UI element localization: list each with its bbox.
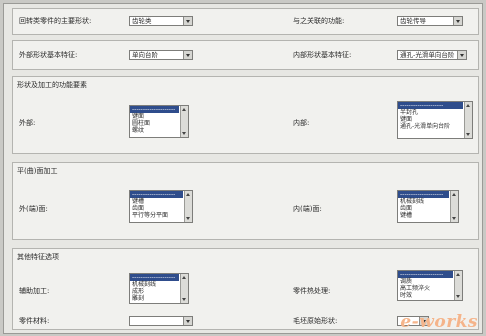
inner-feature-select[interactable]: 通孔-光滑单向台阶 bbox=[397, 50, 467, 60]
list-item[interactable]: 时效 bbox=[398, 292, 453, 299]
section-main-shape: 回转类零件的主要形状: 齿轮类 与之关联的功能: 齿轮传导 bbox=[12, 8, 479, 35]
outer-feature-select[interactable]: 单向台阶 bbox=[129, 50, 193, 60]
shape-inner-label: 内部: bbox=[293, 119, 310, 127]
heat-label: 零件热处理: bbox=[293, 287, 331, 295]
surface-inner-label: 内(端)面: bbox=[293, 205, 322, 213]
aux-listbox[interactable]: -------------------- 机械刻线 成形 雕刻 bbox=[129, 273, 189, 304]
outer-feature-value: 单向台阶 bbox=[132, 51, 158, 59]
section-basic-features: 外部形状基本特征: 单向台阶 内部形状基本特征: 通孔-光滑单向台阶 bbox=[12, 40, 479, 70]
listbox-scrollbar[interactable] bbox=[464, 102, 472, 138]
shape-inner-listbox[interactable]: -------------------- 半封孔 键面 通孔-光滑单向台阶 bbox=[397, 101, 473, 139]
list-item[interactable]: 键面 bbox=[130, 113, 179, 120]
heat-listbox[interactable]: -------------------- 调质 高工频淬火 时效 bbox=[397, 270, 463, 301]
relation-value: 齿轮传导 bbox=[400, 17, 426, 25]
section-shape-elements: 形状及加工的功能要素 外部: -------------------- 键面 圆… bbox=[12, 76, 479, 154]
list-item[interactable]: 雕刻 bbox=[130, 295, 179, 302]
listbox-scrollbar[interactable] bbox=[450, 191, 458, 222]
list-item[interactable]: 键槽 bbox=[398, 212, 449, 219]
aux-label: 辅助加工: bbox=[19, 287, 50, 295]
main-shape-value: 齿轮类 bbox=[132, 17, 152, 25]
listbox-scrollbar[interactable] bbox=[184, 191, 192, 222]
chevron-down-icon[interactable] bbox=[453, 17, 462, 25]
list-item[interactable]: -------------------- bbox=[398, 271, 453, 278]
material-label: 零件材料: bbox=[19, 317, 50, 325]
list-item[interactable]: -------------------- bbox=[130, 274, 179, 281]
listbox-scrollbar[interactable] bbox=[454, 271, 462, 300]
outer-feature-label: 外部形状基本特征: bbox=[19, 51, 78, 59]
main-shape-select[interactable]: 齿轮类 bbox=[129, 16, 193, 26]
list-item[interactable]: 齿面 bbox=[130, 205, 183, 212]
list-item[interactable]: 成形 bbox=[130, 288, 179, 295]
section-surface-machining: 平(曲)面加工 外(端)面: -------------------- 键槽 齿… bbox=[12, 162, 479, 240]
chevron-down-icon[interactable] bbox=[183, 317, 192, 325]
list-item[interactable]: 平行等分平面 bbox=[130, 212, 183, 219]
list-item[interactable]: 机械刻线 bbox=[398, 198, 449, 205]
chevron-down-icon[interactable] bbox=[457, 51, 466, 59]
list-item[interactable]: 通孔-光滑单向台阶 bbox=[398, 123, 463, 130]
shape-outer-listbox[interactable]: -------------------- 键面 圆柱面 螺纹 bbox=[129, 105, 189, 138]
chevron-down-icon[interactable] bbox=[183, 51, 192, 59]
list-item[interactable]: 半封孔 bbox=[398, 109, 463, 116]
list-item[interactable]: 圆柱面 bbox=[130, 120, 179, 127]
list-item[interactable]: 螺纹 bbox=[130, 127, 179, 134]
chevron-down-icon[interactable] bbox=[183, 17, 192, 25]
other-section-title: 其他特征选项 bbox=[17, 253, 59, 261]
material-select[interactable] bbox=[129, 316, 193, 326]
relation-label: 与之关联的功能: bbox=[293, 17, 345, 25]
list-item[interactable]: 机械刻线 bbox=[130, 281, 179, 288]
list-item[interactable]: 调质 bbox=[398, 278, 453, 285]
form-frame: 回转类零件的主要形状: 齿轮类 与之关联的功能: 齿轮传导 外部形状基本特征: … bbox=[3, 3, 483, 334]
surface-inner-listbox[interactable]: -------------------- 机械刻线 齿面 键槽 bbox=[397, 190, 459, 223]
surface-outer-label: 外(端)面: bbox=[19, 205, 48, 213]
list-item[interactable]: 高工频淬火 bbox=[398, 285, 453, 292]
shape-section-title: 形状及加工的功能要素 bbox=[17, 81, 87, 89]
inner-feature-label: 内部形状基本特征: bbox=[293, 51, 352, 59]
watermark-text: e-works bbox=[400, 312, 478, 332]
blank-label: 毛坯原始形状: bbox=[293, 317, 338, 325]
list-item[interactable]: -------------------- bbox=[130, 106, 179, 113]
relation-select[interactable]: 齿轮传导 bbox=[397, 16, 463, 26]
listbox-scrollbar[interactable] bbox=[180, 106, 188, 137]
watermark-logo: e-works bbox=[400, 312, 478, 332]
main-shape-label: 回转类零件的主要形状: bbox=[19, 17, 92, 25]
surface-outer-listbox[interactable]: -------------------- 键槽 齿面 平行等分平面 bbox=[129, 190, 193, 223]
list-item[interactable]: -------------------- bbox=[130, 191, 183, 198]
shape-outer-label: 外部: bbox=[19, 119, 36, 127]
list-item[interactable]: -------------------- bbox=[398, 102, 463, 109]
list-item[interactable]: 键槽 bbox=[130, 198, 183, 205]
list-item[interactable]: 键面 bbox=[398, 116, 463, 123]
list-item[interactable]: 齿面 bbox=[398, 205, 449, 212]
listbox-scrollbar[interactable] bbox=[180, 274, 188, 303]
inner-feature-value: 通孔-光滑单向台阶 bbox=[400, 51, 455, 59]
surface-section-title: 平(曲)面加工 bbox=[17, 167, 58, 175]
list-item[interactable]: -------------------- bbox=[398, 191, 449, 198]
